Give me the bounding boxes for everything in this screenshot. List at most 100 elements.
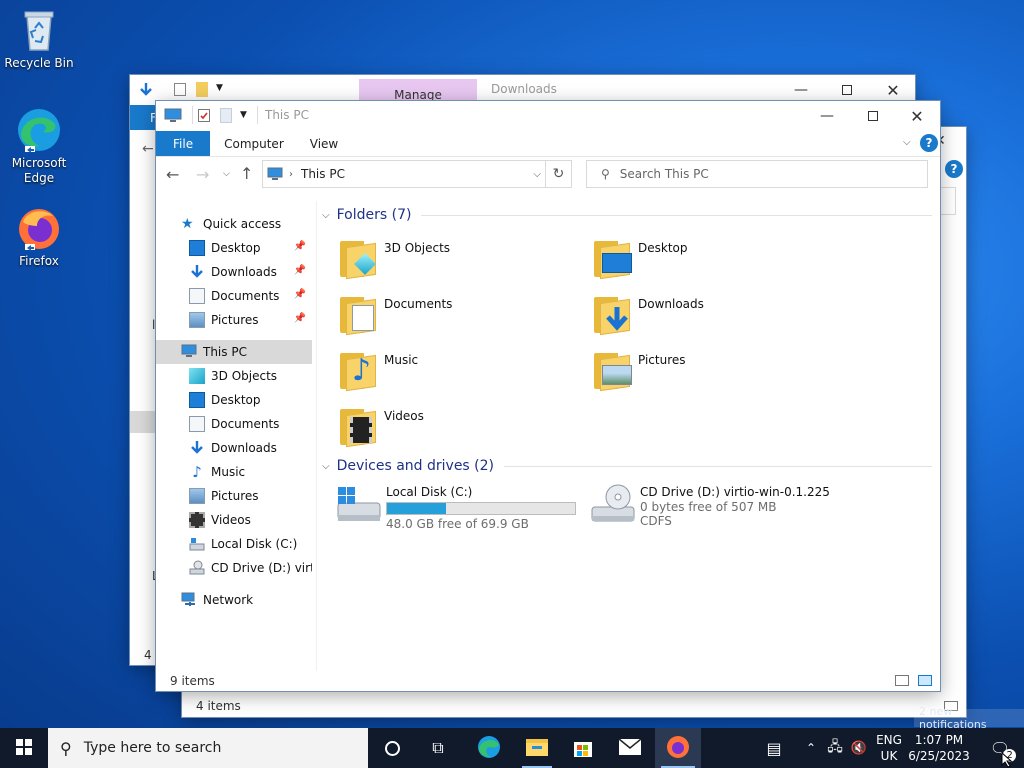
window-title: This PC [265,108,309,122]
volume-status[interactable]: 🔇 [847,728,871,768]
nav-pictures[interactable]: Pictures [156,484,312,508]
forward-arrow-icon[interactable]: → [196,165,209,184]
input-language[interactable]: ENG UK [872,732,906,764]
back-arrow-icon[interactable]: ← [142,141,154,157]
breadcrumb-chevron-icon[interactable]: › [289,169,293,180]
taskbar-mail[interactable] [607,728,653,768]
nav-desktop[interactable]: Desktop [156,388,312,412]
folder-tile-desktop[interactable]: Desktop [592,235,842,287]
nav-label: Music [211,465,246,479]
folder-tile-documents[interactable]: Documents [338,291,588,343]
tiles-view-icon[interactable] [918,675,932,686]
address-bar[interactable]: › This PC ⌵ ↻ [262,160,572,188]
folder-videos-icon [338,403,382,448]
qat-dropdown-icon[interactable]: ▼ [240,110,247,120]
help-icon[interactable]: ? [920,134,938,152]
drive-tile-local-disk[interactable]: Local Disk (C:) 48.0 GB free of 69.9 GB [334,483,584,533]
collapse-chevron-icon[interactable]: ⌵ [322,461,330,472]
drives-group-header[interactable]: ⌵ Devices and drives (2) [322,458,932,474]
content-area: ⌵ Folders (7) 3D Objects Desktop Documen… [320,201,934,671]
folder-tile-videos[interactable]: Videos [338,403,588,455]
status-bar-text: 9 items [170,674,215,688]
ribbon-file-tab[interactable]: F [130,105,157,130]
search-box[interactable]: ⚲ Search This PC [586,160,928,188]
network-icon [181,592,197,608]
pin-icon[interactable]: 📌 [294,313,306,324]
address-dropdown-icon[interactable]: ⌵ [533,169,541,180]
language-region: UK [880,749,898,763]
recent-locations-icon[interactable]: ⌵ [223,169,230,179]
nav-label: Downloads [211,441,277,455]
show-hidden-icons[interactable]: ⌃ [800,728,822,768]
action-center-button[interactable]: 🗨 2 [976,728,1024,768]
tab-computer[interactable]: Computer [210,131,298,156]
network-status[interactable]: 🖧 [823,728,847,768]
nav-quick-downloads[interactable]: Downloads 📌 [156,260,312,284]
folder-tile-downloads[interactable]: Downloads [592,291,842,343]
nav-quick-pictures[interactable]: Pictures 📌 [156,308,312,332]
nav-documents[interactable]: Documents [156,412,312,436]
clock[interactable]: 1:07 PM 6/25/2023 [908,732,970,764]
notification-toast[interactable]: 2 new notifications [914,705,1024,731]
nav-this-pc[interactable]: This PC [156,340,312,364]
maximize-icon[interactable] [850,101,896,131]
tab-file[interactable]: File [156,131,211,156]
up-arrow-icon[interactable]: ↑ [240,164,253,183]
taskbar-search-input[interactable]: Type here to search [84,740,222,756]
group-title: Devices and drives (2) [336,458,495,474]
desktop-icon-firefox[interactable]: Firefox [1,204,77,268]
desktop-icon-label: Microsoft Edge [11,156,67,185]
refresh-icon[interactable]: ↻ [545,160,571,188]
nav-quick-desktop[interactable]: Desktop 📌 [156,236,312,260]
tab-view[interactable]: View [298,131,352,156]
taskbar-news-widget[interactable]: ▤ [752,728,796,768]
desktop-icon-recycle-bin[interactable]: Recycle Bin [1,6,77,70]
folder-tile-3d-objects[interactable]: 3D Objects [338,235,588,287]
properties-icon[interactable] [198,109,210,122]
nav-cd-drive[interactable]: CD Drive (D:) virtio- [156,556,312,580]
nav-network[interactable]: Network [156,588,312,612]
pin-icon[interactable]: 📌 [294,265,306,276]
taskbar-firefox[interactable] [655,728,701,768]
details-view-icon[interactable] [895,675,909,686]
collapse-chevron-icon[interactable]: ⌵ [322,210,330,221]
close-icon[interactable]: ✕ [894,101,940,131]
help-icon[interactable]: ? [945,160,963,178]
drive-tile-cd-drive[interactable]: CD Drive (D:) virtio-win-0.1.225 0 bytes… [588,483,918,533]
nav-3d-objects[interactable]: 3D Objects [156,364,312,388]
nav-label: Videos [211,513,251,527]
desktop-icon-edge[interactable]: Microsoft Edge [1,106,77,186]
start-button[interactable] [0,728,48,768]
taskbar-file-explorer[interactable] [514,728,560,768]
selected-nav-item [130,411,156,433]
new-folder-icon[interactable] [220,108,232,123]
nav-quick-access[interactable]: ★ Quick access [156,212,312,236]
properties-icon[interactable] [174,83,186,96]
taskbar-store[interactable] [560,728,606,768]
taskbar-search-box[interactable]: ⚲ Type here to search [48,728,368,768]
nav-videos[interactable]: Videos [156,508,312,532]
task-view-button[interactable]: ⧉ [415,728,461,768]
taskbar-edge[interactable] [466,728,512,768]
folder-label: Pictures [638,353,686,367]
chevron-down-icon[interactable]: ⌵ [903,137,911,148]
nav-quick-documents[interactable]: Documents 📌 [156,284,312,308]
new-folder-icon[interactable] [196,82,208,97]
back-arrow-icon[interactable]: ← [166,165,179,184]
nav-local-disk[interactable]: Local Disk (C:) [156,532,312,556]
nav-music[interactable]: ♪ Music [156,460,312,484]
cortana-button[interactable] [369,728,415,768]
qat-dropdown-icon[interactable]: ▼ [216,83,223,93]
minimize-icon[interactable]: — [804,101,850,131]
folders-group-header[interactable]: ⌵ Folders (7) [322,207,932,223]
documents-icon [189,416,205,432]
pin-icon[interactable]: 📌 [294,241,306,252]
folder-tile-pictures[interactable]: Pictures [592,347,842,399]
film-icon [189,512,205,528]
mouse-cursor-icon [1001,752,1013,768]
folder-tile-music[interactable]: ♪ Music [338,347,588,399]
pin-icon[interactable]: 📌 [294,289,306,300]
music-note-icon: ♪ [192,463,202,481]
search-input[interactable]: Search This PC [620,167,709,181]
nav-downloads[interactable]: Downloads [156,436,312,460]
